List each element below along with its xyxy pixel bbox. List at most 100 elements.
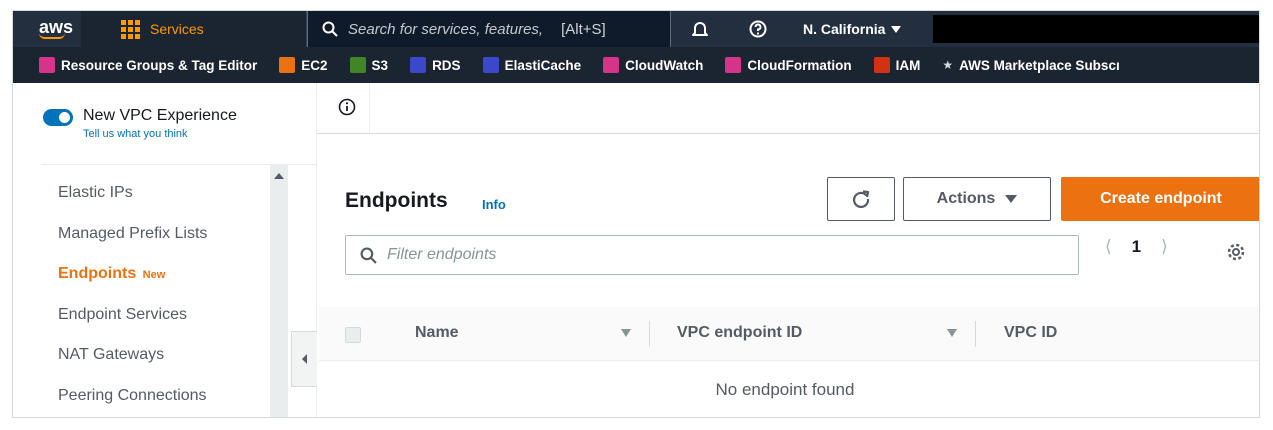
sidebar-item-label: Managed Prefix Lists (58, 224, 208, 242)
column-divider (649, 321, 650, 347)
sidebar-scrollbar[interactable] (270, 165, 288, 417)
create-endpoint-label: Create endpoint (1100, 190, 1222, 207)
ec2-icon (279, 57, 296, 73)
sidebar-item-endpoint-services[interactable]: Endpoint Services (58, 295, 207, 336)
favorite-resource-groups[interactable]: Resource Groups & Tag Editor (39, 57, 257, 73)
services-label: Services (150, 21, 204, 37)
toggle-label: New VPC Experience (83, 107, 237, 124)
info-icon (338, 98, 356, 116)
favorite-rds[interactable]: RDS (410, 57, 461, 73)
page-title: Endpoints (345, 189, 448, 212)
column-divider (975, 321, 976, 347)
filter-endpoints-input[interactable]: Filter endpoints (345, 235, 1079, 275)
rds-icon (410, 57, 427, 73)
table-column-headers: Name VPC endpoint ID VPC ID (319, 307, 1259, 361)
sidebar-item-nat-gateways[interactable]: NAT Gateways (58, 335, 207, 376)
column-header-vpc-endpoint-id[interactable]: VPC endpoint ID (677, 324, 802, 342)
filter-placeholder: Filter endpoints (387, 246, 497, 263)
region-label: N. California (803, 21, 886, 37)
cloudformation-icon (725, 57, 742, 73)
aws-smile-icon (39, 33, 65, 39)
favorite-label: S3 (371, 57, 389, 73)
chevron-left-icon (302, 354, 307, 364)
favorite-label: RDS (432, 57, 461, 73)
cloudwatch-icon (603, 57, 620, 73)
help-button[interactable] (729, 11, 787, 47)
refresh-icon (852, 190, 870, 208)
favorites-bar: Resource Groups & Tag Editor EC2 S3 RDS … (13, 47, 1259, 83)
help-icon (749, 20, 767, 38)
toggle-switch[interactable] (43, 109, 73, 126)
sidebar-item-label: Elastic IPs (58, 184, 133, 201)
feedback-link[interactable]: Tell us what you think (83, 128, 237, 140)
favorite-s3[interactable]: S3 (349, 57, 389, 73)
gear-icon (1227, 243, 1245, 261)
sidebar-item-elastic-ips[interactable]: Elastic IPs (58, 173, 207, 214)
info-link[interactable]: Info (482, 197, 506, 212)
info-bar (317, 83, 1259, 167)
marketplace-icon: ★ (942, 58, 954, 72)
endpoints-table-panel: Endpoints Info Actions Create endpoint F… (319, 167, 1259, 417)
favorite-label: EC2 (301, 57, 328, 73)
refresh-button[interactable] (827, 177, 895, 221)
empty-state-message: No endpoint found (319, 361, 1259, 417)
table-header-area: Endpoints Info Actions Create endpoint F… (319, 167, 1259, 307)
search-shortcut: [Alt+S] (561, 20, 606, 38)
favorite-cloudformation[interactable]: CloudFormation (725, 57, 852, 73)
column-header-vpc-id[interactable]: VPC ID (1004, 324, 1057, 342)
aws-logo[interactable]: aws (13, 11, 81, 47)
redacted-account-area (933, 15, 1259, 43)
global-search-input[interactable]: Search for services, features, [Alt+S] (307, 11, 671, 47)
pagination: ⟨ 1 ⟩ (1105, 237, 1168, 257)
favorite-label: CloudWatch (625, 57, 704, 73)
actions-dropdown-button[interactable]: Actions (903, 177, 1051, 221)
caret-down-icon (891, 25, 902, 33)
collapse-sidebar-button[interactable] (291, 331, 317, 387)
notifications-button[interactable] (671, 11, 729, 47)
new-vpc-experience-toggle[interactable]: New VPC Experience Tell us what you thin… (43, 107, 237, 140)
actions-label: Actions (936, 190, 996, 207)
column-header-name[interactable]: Name (415, 324, 459, 342)
search-icon (360, 247, 377, 264)
favorite-label: AWS Marketplace Subscı (959, 57, 1120, 73)
s3-icon (349, 57, 366, 73)
divider (369, 83, 370, 133)
favorite-label: CloudFormation (747, 57, 852, 73)
grid-icon (121, 19, 140, 39)
table-settings-button[interactable] (1225, 241, 1247, 268)
favorite-elasticache[interactable]: ElastiCache (482, 57, 581, 73)
sidebar-item-peering-connections[interactable]: Peering Connections (58, 376, 207, 417)
sort-icon[interactable] (621, 329, 631, 337)
new-badge: New (142, 269, 166, 281)
sidebar-item-managed-prefix-lists[interactable]: Managed Prefix Lists (58, 214, 207, 255)
sidebar-item-label: NAT Gateways (58, 346, 165, 363)
favorite-iam[interactable]: IAM (873, 57, 921, 73)
create-endpoint-button[interactable]: Create endpoint (1061, 177, 1259, 221)
bell-icon (692, 22, 708, 36)
scroll-up-icon[interactable] (274, 173, 284, 179)
top-navigation: aws Services Search for services, featur… (13, 11, 1259, 47)
info-panel-button[interactable] (331, 91, 363, 123)
favorite-ec2[interactable]: EC2 (279, 57, 328, 73)
favorite-marketplace[interactable]: ★ AWS Marketplace Subscı (942, 58, 1119, 73)
favorite-label: Resource Groups & Tag Editor (61, 57, 258, 73)
favorite-cloudwatch[interactable]: CloudWatch (603, 57, 703, 73)
chevron-left-icon[interactable]: ⟨ (1105, 237, 1112, 257)
region-selector[interactable]: N. California (787, 21, 919, 37)
divider (317, 133, 1259, 134)
select-all-checkbox[interactable] (345, 327, 361, 343)
sidebar-item-label: Endpoint Services (58, 305, 187, 323)
sidebar-item-label: Peering Connections (58, 386, 207, 404)
browser-frame: aws Services Search for services, featur… (12, 10, 1260, 418)
caret-down-icon (1005, 195, 1018, 203)
search-icon (322, 21, 338, 37)
iam-icon (873, 57, 890, 73)
main-content: Endpoints Info Actions Create endpoint F… (317, 83, 1259, 417)
sort-icon[interactable] (947, 329, 957, 337)
page-number[interactable]: 1 (1132, 237, 1141, 257)
chevron-right-icon[interactable]: ⟩ (1161, 237, 1168, 257)
sidebar-item-endpoints[interactable]: Endpoints New (58, 254, 207, 295)
favorite-label: IAM (895, 57, 921, 73)
services-menu-button[interactable]: Services (81, 11, 307, 47)
sidebar-nav-list: Elastic IPs Managed Prefix Lists Endpoin… (58, 173, 207, 416)
